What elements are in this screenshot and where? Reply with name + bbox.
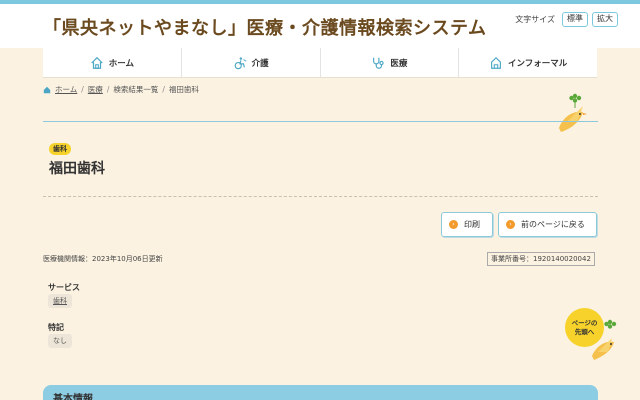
breadcrumb-separator: / [106,85,110,94]
print-button-label: 印刷 [464,220,480,229]
divider-dashed [43,196,598,197]
nav-item-label: ホーム [108,58,134,69]
updated-date: 医療機関情報：2023年10月06日更新 [43,255,163,263]
service-tag-label: 歯科 [53,297,67,305]
arrow-right-icon: › [506,220,515,229]
breadcrumb-current: 福田歯科 [168,85,199,94]
page-title: 福田歯科 [49,161,105,177]
bird-clover-illustration [559,93,587,132]
service-label: サービス [48,283,80,292]
font-size-normal-button[interactable]: 標準 [562,12,588,27]
breadcrumb-medical-link[interactable]: 医療 [88,84,103,95]
arrow-right-icon: › [449,220,458,229]
nav-item-medical[interactable]: 医療 [319,48,459,77]
nav-item-label: インフォーマル [508,58,568,69]
category-badge: 歯科 [49,143,71,155]
nav-item-informal[interactable]: インフォーマル [458,48,597,77]
office-number: 事業所番号：1920140020042 [487,252,595,266]
nav-item-label: 介護 [251,58,269,69]
breadcrumb-home-link[interactable]: ホーム [55,84,77,95]
bird-clover-illustration [592,319,617,360]
print-button[interactable]: › 印刷 [441,212,493,237]
home-icon [91,56,103,69]
nav-item-label: 医療 [390,58,408,69]
house-icon [491,56,501,69]
breadcrumb-separator: / [81,85,84,94]
main-nav: ホーム 介護 医療 インフォーマル [43,48,597,78]
site-title[interactable]: 「県央ネットやまなし」医療・介護情報検索システム [43,14,486,40]
font-size-label: 文字サイズ [515,14,555,24]
special-tag: なし [48,334,72,348]
back-button[interactable]: › 前のページに戻る [498,212,597,237]
nav-item-care[interactable]: 介護 [180,48,320,77]
wheelchair-icon [234,56,247,69]
back-button-label: 前のページに戻る [521,220,585,229]
site-header: 「県央ネットやまなし」医療・介護情報検索システム 文字サイズ 標準 拡大 [0,4,640,48]
breadcrumb-separator: / [162,85,165,94]
breadcrumb-results: 検索結果一覧 [113,85,159,94]
home-icon [43,86,51,93]
section-header-basic-info: 基本情報 [43,385,598,400]
font-size-control: 文字サイズ 標準 拡大 [515,12,618,27]
font-size-large-button[interactable]: 拡大 [592,12,618,27]
service-tag[interactable]: 歯科 [48,294,72,308]
stethoscope-icon [373,57,385,69]
nav-item-home[interactable]: ホーム [43,48,181,77]
divider-line [43,121,598,122]
breadcrumb: ホーム / 医療 / 検索結果一覧 / 福田歯科 [43,84,199,95]
special-label: 特記 [48,323,64,332]
